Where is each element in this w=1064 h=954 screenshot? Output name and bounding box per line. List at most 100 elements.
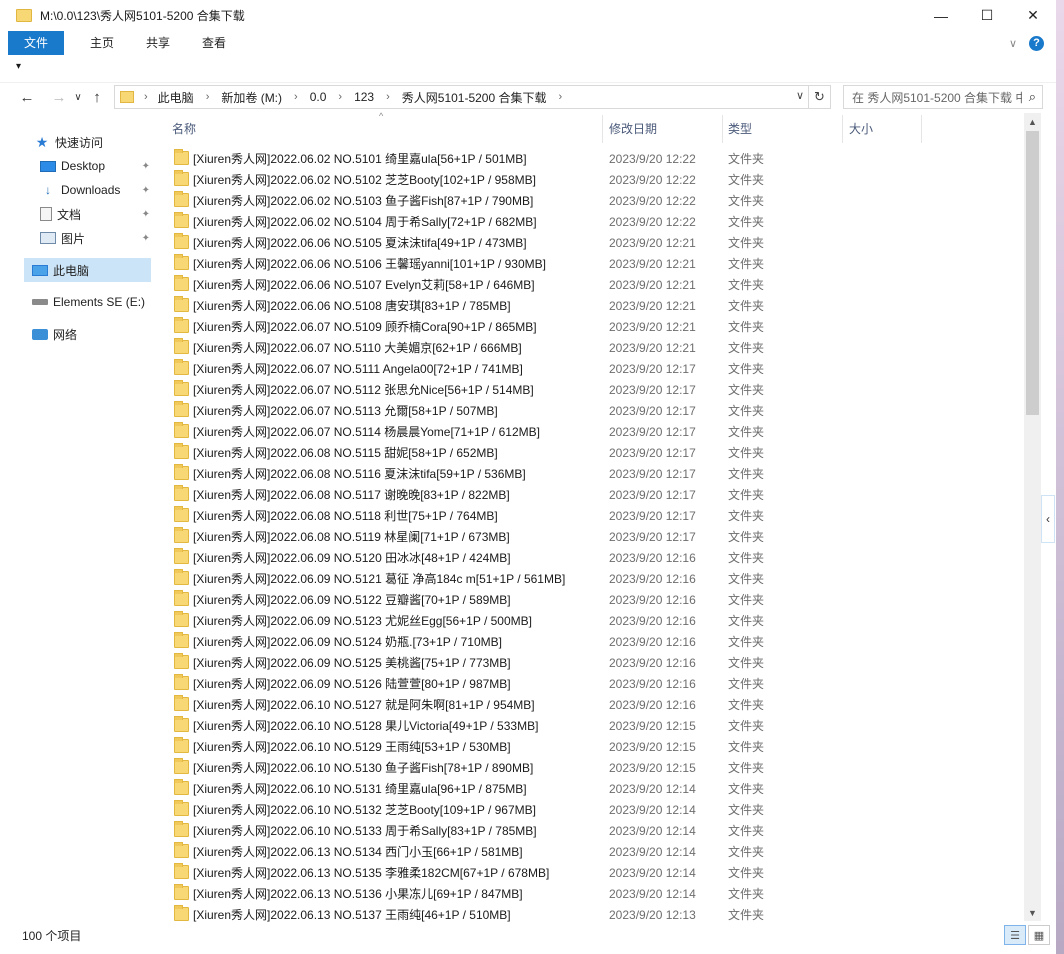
column-divider[interactable]	[842, 115, 843, 143]
help-icon[interactable]: ?	[1029, 35, 1044, 51]
vertical-scrollbar[interactable]: ▲ ▼	[1024, 113, 1041, 921]
scrollbar-thumb[interactable]	[1026, 131, 1039, 415]
table-row[interactable]: [Xiuren秀人网]2022.06.07 NO.5113 允爾[58+1P /…	[155, 400, 1024, 421]
folder-icon	[174, 464, 189, 480]
column-size[interactable]: 大小	[849, 113, 873, 145]
table-row[interactable]: [Xiuren秀人网]2022.06.09 NO.5120 田冰冰[48+1P …	[155, 547, 1024, 568]
table-row[interactable]: [Xiuren秀人网]2022.06.08 NO.5115 甜妮[58+1P /…	[155, 442, 1024, 463]
tab-share[interactable]: 共享	[132, 31, 184, 55]
table-row[interactable]: [Xiuren秀人网]2022.06.08 NO.5116 夏沫沫tifa[59…	[155, 463, 1024, 484]
customize-toolbar-icon[interactable]: ▾	[16, 61, 21, 72]
table-row[interactable]: [Xiuren秀人网]2022.06.07 NO.5114 杨晨晨Yome[71…	[155, 421, 1024, 442]
address-dropdown-icon[interactable]: ∨	[796, 89, 804, 102]
table-row[interactable]: [Xiuren秀人网]2022.06.09 NO.5121 葛征 净高184c …	[155, 568, 1024, 589]
table-row[interactable]: [Xiuren秀人网]2022.06.10 NO.5127 就是阿朱啊[81+1…	[155, 694, 1024, 715]
back-button[interactable]: ←	[15, 89, 39, 106]
column-type[interactable]: 类型	[728, 113, 752, 145]
breadcrumb-folder-123[interactable]: 123	[354, 90, 374, 104]
table-row[interactable]: [Xiuren秀人网]2022.06.09 NO.5126 陆萱萱[80+1P …	[155, 673, 1024, 694]
sidebar-item-network[interactable]: 网络	[32, 322, 77, 346]
sidebar-item-pictures[interactable]: 图片 ✦	[40, 226, 150, 250]
table-row[interactable]: [Xiuren秀人网]2022.06.09 NO.5122 豆瓣酱[70+1P …	[155, 589, 1024, 610]
tab-file[interactable]: 文件	[8, 31, 65, 55]
sidebar-item-quick-access[interactable]: ★ 快速访问	[34, 130, 103, 154]
file-rows: [Xiuren秀人网]2022.06.02 NO.5101 绮里嘉ula[56+…	[155, 148, 1024, 925]
breadcrumb-drive[interactable]: 新加卷 (M:)	[221, 89, 282, 106]
file-date: 2023/9/20 12:21	[609, 235, 696, 250]
table-row[interactable]: [Xiuren秀人网]2022.06.09 NO.5124 奶瓶.[73+1P …	[155, 631, 1024, 652]
file-name: [Xiuren秀人网]2022.06.10 NO.5127 就是阿朱啊[81+1…	[193, 698, 535, 712]
details-view-button[interactable]: ☰	[1004, 925, 1026, 945]
refresh-button[interactable]: ↻	[808, 86, 830, 108]
sidebar-item-this-pc[interactable]: 此电脑	[24, 258, 151, 282]
search-icon[interactable]: ⌕	[1029, 89, 1036, 105]
column-name[interactable]: 名称	[172, 113, 196, 145]
table-row[interactable]: [Xiuren秀人网]2022.06.06 NO.5105 夏沫沫tifa[49…	[155, 232, 1024, 253]
breadcrumb-this-pc[interactable]: 此电脑	[158, 89, 194, 106]
table-row[interactable]: [Xiuren秀人网]2022.06.10 NO.5131 绮里嘉ula[96+…	[155, 778, 1024, 799]
breadcrumb-separator[interactable]: ›	[559, 91, 563, 103]
file-date: 2023/9/20 12:17	[609, 382, 696, 397]
breadcrumb-separator[interactable]: ›	[294, 91, 298, 103]
breadcrumb-separator[interactable]: ›	[338, 91, 342, 103]
table-row[interactable]: [Xiuren秀人网]2022.06.07 NO.5112 张思允Nice[56…	[155, 379, 1024, 400]
column-divider[interactable]	[602, 115, 603, 143]
folder-icon	[174, 758, 189, 774]
table-row[interactable]: [Xiuren秀人网]2022.06.06 NO.5107 Evelyn艾莉[5…	[155, 274, 1024, 295]
scroll-down-button[interactable]: ▼	[1024, 904, 1041, 921]
table-row[interactable]: [Xiuren秀人网]2022.06.07 NO.5109 顾乔楠Cora[90…	[155, 316, 1024, 337]
tab-home[interactable]: 主页	[76, 31, 128, 55]
sidebar-item-documents[interactable]: 文档 ✦	[40, 202, 150, 226]
up-button[interactable]: ↑	[85, 89, 109, 106]
table-row[interactable]: [Xiuren秀人网]2022.06.02 NO.5104 周于希Sally[7…	[155, 211, 1024, 232]
table-row[interactable]: [Xiuren秀人网]2022.06.06 NO.5108 唐安琪[83+1P …	[155, 295, 1024, 316]
address-bar[interactable]: › 此电脑 › 新加卷 (M:) › 0.0 › 123 › 秀人网5101-5…	[114, 85, 831, 109]
table-row[interactable]: [Xiuren秀人网]2022.06.09 NO.5125 美桃酱[75+1P …	[155, 652, 1024, 673]
table-row[interactable]: [Xiuren秀人网]2022.06.10 NO.5133 周于希Sally[8…	[155, 820, 1024, 841]
column-divider[interactable]	[722, 115, 723, 143]
sidebar-item-downloads[interactable]: ↓ Downloads ✦	[40, 178, 150, 202]
table-row[interactable]: [Xiuren秀人网]2022.06.13 NO.5134 西门小玉[66+1P…	[155, 841, 1024, 862]
table-row[interactable]: [Xiuren秀人网]2022.06.09 NO.5123 尤妮丝Egg[56+…	[155, 610, 1024, 631]
table-row[interactable]: [Xiuren秀人网]2022.06.07 NO.5111 Angela00[7…	[155, 358, 1024, 379]
table-row[interactable]: [Xiuren秀人网]2022.06.10 NO.5132 芝芝Booty[10…	[155, 799, 1024, 820]
table-row[interactable]: [Xiuren秀人网]2022.06.07 NO.5110 大美媚京[62+1P…	[155, 337, 1024, 358]
view-switcher: ☰ ▦	[1004, 925, 1050, 945]
collapse-pane-button[interactable]: ‹	[1041, 495, 1055, 543]
file-name: [Xiuren秀人网]2022.06.07 NO.5113 允爾[58+1P /…	[193, 404, 498, 418]
expand-ribbon-icon[interactable]: ∨	[1009, 37, 1017, 50]
breadcrumb-separator[interactable]: ›	[206, 91, 210, 103]
recent-locations-button[interactable]: ∨	[71, 92, 85, 103]
table-row[interactable]: [Xiuren秀人网]2022.06.10 NO.5128 果儿Victoria…	[155, 715, 1024, 736]
search-box[interactable]: 在 秀人网5101-5200 合集下载 中搜索 ⌕	[843, 85, 1043, 109]
table-row[interactable]: [Xiuren秀人网]2022.06.13 NO.5135 李雅柔182CM[6…	[155, 862, 1024, 883]
file-name: [Xiuren秀人网]2022.06.13 NO.5136 小果冻儿[69+1P…	[193, 887, 523, 901]
close-button[interactable]: ✕	[1010, 0, 1056, 31]
table-row[interactable]: [Xiuren秀人网]2022.06.13 NO.5136 小果冻儿[69+1P…	[155, 883, 1024, 904]
table-row[interactable]: [Xiuren秀人网]2022.06.08 NO.5117 谢晚晚[83+1P …	[155, 484, 1024, 505]
sidebar-item-drive-e[interactable]: Elements SE (E:)	[32, 290, 145, 314]
column-date-modified[interactable]: 修改日期	[609, 113, 657, 145]
column-divider[interactable]	[921, 115, 922, 143]
search-input[interactable]: 在 秀人网5101-5200 合集下载 中搜索	[852, 89, 1022, 106]
folder-icon	[174, 653, 189, 669]
breadcrumb-folder-0-0[interactable]: 0.0	[310, 90, 327, 104]
table-row[interactable]: [Xiuren秀人网]2022.06.02 NO.5103 鱼子酱Fish[87…	[155, 190, 1024, 211]
breadcrumb-separator[interactable]: ›	[386, 91, 390, 103]
table-row[interactable]: [Xiuren秀人网]2022.06.13 NO.5137 王雨纯[46+1P …	[155, 904, 1024, 925]
breadcrumb-current-folder[interactable]: 秀人网5101-5200 合集下载	[402, 89, 547, 106]
tab-view[interactable]: 查看	[188, 31, 240, 55]
large-icons-view-button[interactable]: ▦	[1028, 925, 1050, 945]
table-row[interactable]: [Xiuren秀人网]2022.06.08 NO.5118 利世[75+1P /…	[155, 505, 1024, 526]
table-row[interactable]: [Xiuren秀人网]2022.06.02 NO.5101 绮里嘉ula[56+…	[155, 148, 1024, 169]
maximize-button[interactable]: ☐	[964, 0, 1010, 31]
sidebar-item-desktop[interactable]: Desktop ✦	[40, 154, 150, 178]
forward-button[interactable]: →	[47, 89, 71, 106]
table-row[interactable]: [Xiuren秀人网]2022.06.10 NO.5130 鱼子酱Fish[78…	[155, 757, 1024, 778]
scroll-up-button[interactable]: ▲	[1024, 113, 1041, 130]
minimize-button[interactable]: —	[918, 0, 964, 31]
table-row[interactable]: [Xiuren秀人网]2022.06.10 NO.5129 王雨纯[53+1P …	[155, 736, 1024, 757]
table-row[interactable]: [Xiuren秀人网]2022.06.06 NO.5106 王馨瑶yanni[1…	[155, 253, 1024, 274]
table-row[interactable]: [Xiuren秀人网]2022.06.02 NO.5102 芝芝Booty[10…	[155, 169, 1024, 190]
table-row[interactable]: [Xiuren秀人网]2022.06.08 NO.5119 林星阑[71+1P …	[155, 526, 1024, 547]
